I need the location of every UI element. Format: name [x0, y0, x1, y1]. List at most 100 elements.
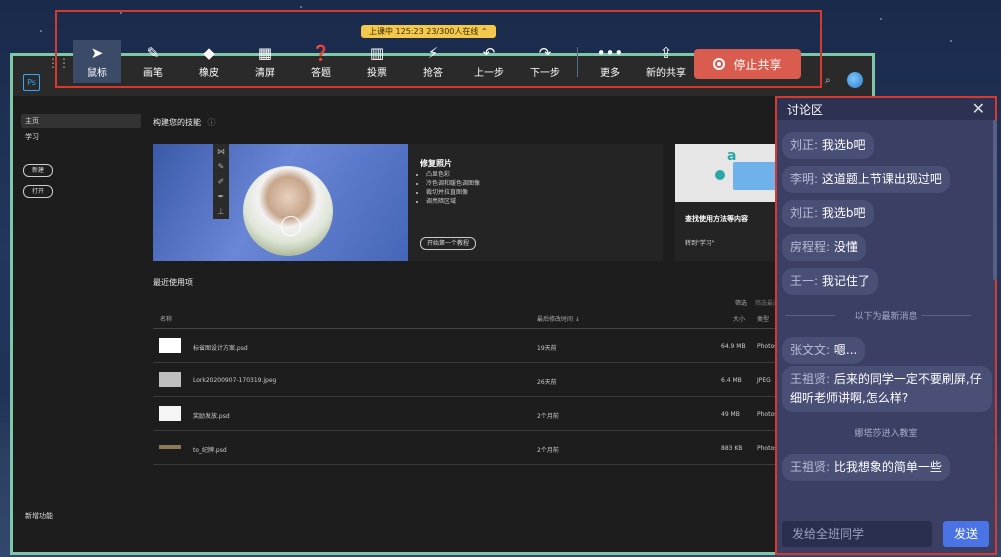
file-modified: 19天前 — [537, 345, 557, 352]
table-header: 名称 最后修改时间 ↓ 大小 类型 — [153, 314, 813, 329]
header-modified[interactable]: 最后修改时间 ↓ — [537, 314, 580, 323]
chat-input[interactable] — [782, 521, 932, 547]
file-name: 标省图设计方案.psd — [193, 345, 248, 352]
star — [300, 6, 302, 8]
send-button[interactable]: 发送 — [943, 521, 989, 547]
tool-label: 画笔 — [143, 68, 163, 79]
system-notice-join: 娜塔莎进入教室 — [854, 429, 918, 439]
play-icon — [715, 170, 725, 180]
file-thumbnail — [159, 406, 181, 421]
cursor-icon: ➤ — [90, 44, 104, 62]
learn-card-title: 查找使用方法等内容 — [685, 215, 748, 223]
discussion-header: 讨论区 ✕ — [777, 98, 995, 120]
tool-clear[interactable]: ▦ 清屏 — [241, 40, 289, 83]
photoshop-window: ⋮⋮ Ps ⌕ 主页 学习 新建 打开 新增功能 构建您的技能 ⓘ ⋈ ✎ ✐ … — [10, 53, 875, 555]
message-text: 我选b吧 — [821, 206, 866, 220]
open-button[interactable]: 打开 — [23, 185, 53, 198]
chat-message: 王祖贤: 比我想象的简单一些 — [782, 454, 950, 481]
sender-name: 王祖贤: — [790, 372, 831, 386]
tool-pen[interactable]: ✎ 画笔 — [129, 40, 177, 83]
file-thumbnail — [159, 372, 181, 387]
class-status-pill[interactable]: 上课中 125:23 23/300人在线 ⌃ — [361, 25, 496, 38]
tool-prev[interactable]: ↶ 上一步 — [465, 40, 513, 83]
chat-scrollbar[interactable] — [993, 120, 997, 280]
tool-more[interactable]: ••• 更多 — [586, 40, 634, 83]
file-size: 883 KB — [721, 445, 743, 452]
redo-icon: ↷ — [538, 44, 552, 62]
brush-cursor-icon — [281, 216, 301, 236]
teaching-toolbar: 上课中 125:23 23/300人在线 ⌃ ➤ 鼠标 ✎ 画笔 ◆ 橡皮 ▦ … — [55, 10, 822, 88]
file-name: Lork20200907-170319.jpeg — [193, 377, 277, 384]
table-row[interactable]: to_纪牌.psd 2个月前 883 KB Photos — [153, 431, 813, 465]
skills-title: 构建您的技能 ⓘ — [153, 117, 216, 128]
more-icon: ••• — [596, 44, 624, 62]
table-row[interactable]: 奖励发放.psd 2个月前 49 MB Photos — [153, 397, 813, 431]
tool-label: 更多 — [600, 68, 620, 79]
file-size: 6.4 MB — [721, 377, 742, 384]
star — [950, 40, 952, 42]
sidebar-item-learn[interactable]: 学习 — [21, 130, 141, 144]
table-row[interactable]: 标省图设计方案.psd 19天前 64.9 MB Photos — [153, 329, 813, 363]
header-type[interactable]: 类型 — [757, 314, 769, 323]
file-modified: 2个月前 — [537, 447, 559, 454]
bullet-item: 冷色调和暖色调图像 — [426, 179, 480, 188]
tool-vote[interactable]: ▥ 投票 — [353, 40, 401, 83]
pencil-icon: ✎ — [217, 162, 225, 171]
close-icon[interactable]: ✕ — [972, 99, 985, 118]
start-tutorial-button[interactable]: 开始第一个教程 — [420, 237, 477, 250]
search-icon[interactable]: ⌕ — [825, 75, 831, 86]
pen-icon: ✒ — [217, 192, 225, 201]
ps-sidebar: 主页 学习 新建 打开 — [21, 114, 141, 198]
header-size[interactable]: 大小 — [733, 314, 745, 323]
tool-rush[interactable]: ⚡ 抢答 — [409, 40, 457, 83]
discussion-panel: 讨论区 ✕ 刘正: 我选b吧 李明: 这道题上节课出现过吧 刘正: 我选b吧 房… — [775, 96, 997, 555]
message-text: 我选b吧 — [821, 138, 866, 152]
tool-next[interactable]: ↷ 下一步 — [521, 40, 569, 83]
vote-chart-icon: ▥ — [369, 44, 385, 62]
tool-label: 鼠标 — [87, 68, 107, 79]
file-size: 49 MB — [721, 411, 740, 418]
divider-line — [921, 315, 971, 316]
tool-label: 答题 — [311, 68, 331, 79]
sidebar-item-home[interactable]: 主页 — [21, 114, 141, 128]
bullet-item: 调亮暗区域 — [426, 197, 480, 206]
tool-mouse[interactable]: ➤ 鼠标 — [73, 40, 121, 83]
tool-eraser[interactable]: ◆ 橡皮 — [185, 40, 233, 83]
learn-card-link[interactable]: 转到"学习" — [685, 238, 715, 247]
tutorial-bullets: 凸显色彩 冷色调和暖色调图像 裁切并拉直图像 调亮暗区域 — [418, 170, 480, 206]
discussion-title: 讨论区 — [787, 103, 824, 117]
table-row[interactable]: Lork20200907-170319.jpeg 26天前 6.4 MB JPE… — [153, 363, 813, 397]
star — [880, 18, 882, 20]
tool-answer[interactable]: ❓ 答题 — [297, 40, 345, 83]
star — [40, 30, 42, 32]
new-features-link[interactable]: 新增功能 — [25, 511, 53, 521]
file-type: JPEG — [757, 377, 771, 384]
sender-name: 刘正: — [790, 206, 819, 220]
sender-name: 刘正: — [790, 138, 819, 152]
recent-files-table: 名称 最后修改时间 ↓ 大小 类型 标省图设计方案.psd 19天前 64.9 … — [153, 314, 813, 465]
file-name: to_纪牌.psd — [193, 447, 227, 454]
filter-label: 筛选 — [735, 300, 748, 307]
stop-share-button[interactable]: 停止共享 — [694, 49, 801, 79]
info-icon[interactable]: ⓘ — [208, 118, 216, 127]
sender-name: 张文文: — [790, 343, 831, 357]
tutorial-card-image[interactable]: ⋈ ✎ ✐ ✒ ⊥ — [153, 144, 408, 261]
chat-message: 刘正: 我选b吧 — [782, 132, 874, 159]
message-text: 嗯... — [833, 343, 858, 357]
header-name[interactable]: 名称 — [160, 314, 172, 323]
tool-label: 清屏 — [255, 68, 275, 79]
stop-share-label: 停止共享 — [733, 57, 782, 72]
sender-name: 房程程: — [790, 240, 831, 254]
monitor-graphic — [733, 162, 777, 190]
sender-name: 李明: — [790, 172, 819, 186]
file-modified: 26天前 — [537, 379, 557, 386]
brush-icon: ✎ — [146, 44, 160, 62]
portrait-photo — [243, 166, 333, 256]
tutorial-card-info: 修复照片 凸显色彩 冷色调和暖色调图像 裁切并拉直图像 调亮暗区域 开始第一个教… — [408, 144, 663, 261]
file-modified: 2个月前 — [537, 413, 559, 420]
tool-new-share[interactable]: ⇪ 新的共享 — [642, 40, 690, 83]
new-button[interactable]: 新建 — [23, 164, 53, 177]
brush-icon: ✐ — [217, 177, 225, 186]
avatar[interactable] — [847, 72, 863, 88]
system-notice-text: 以下为最新消息 — [854, 312, 918, 322]
